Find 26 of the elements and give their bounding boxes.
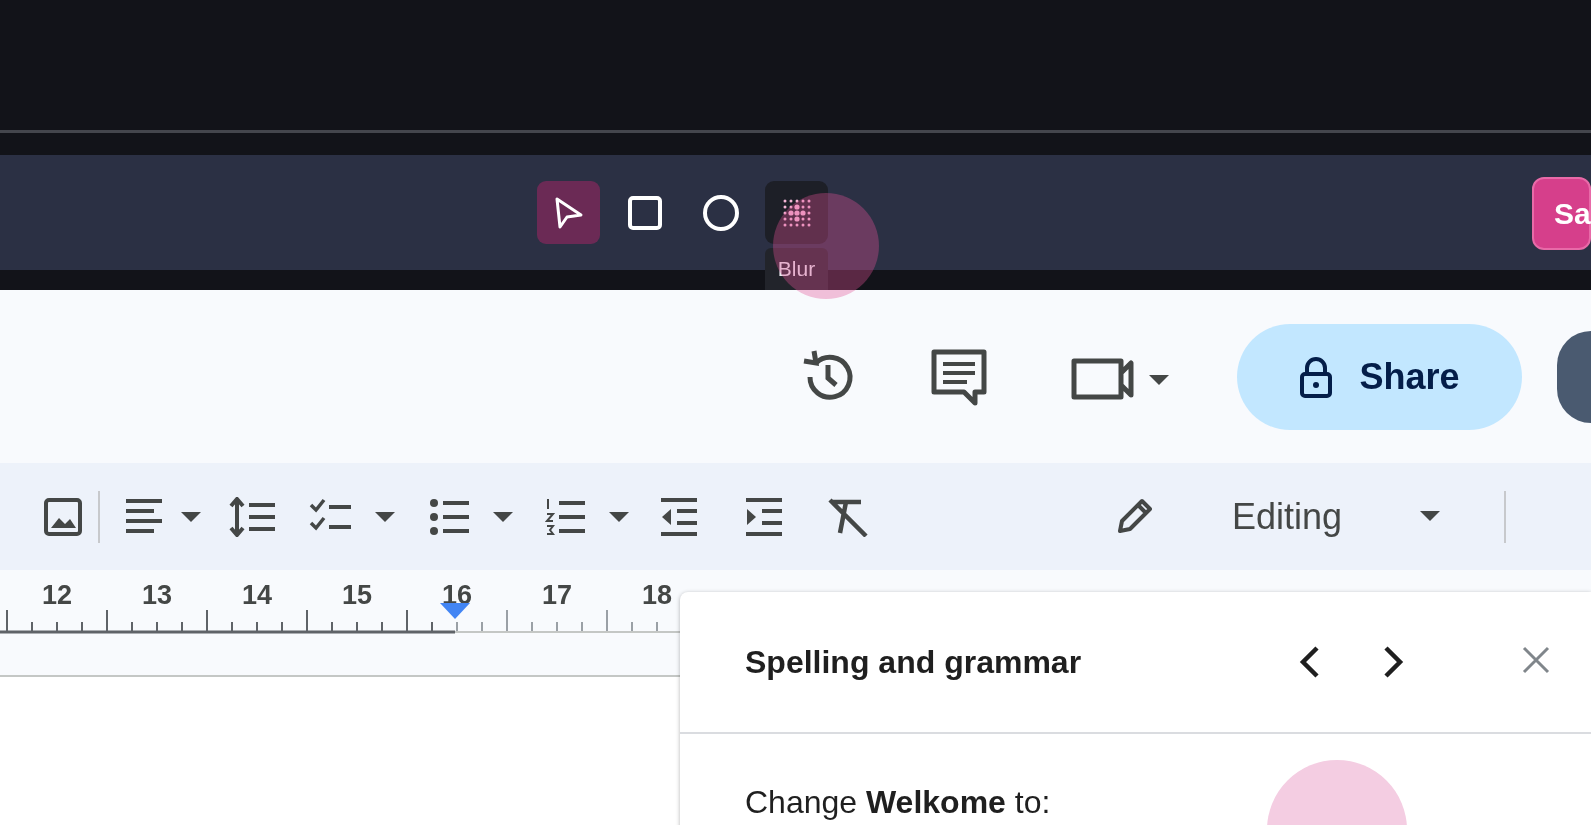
select-tool-button[interactable] xyxy=(537,181,600,244)
bulleted-list-icon[interactable] xyxy=(429,496,515,537)
lock-icon xyxy=(1299,355,1334,398)
image-icon[interactable] xyxy=(43,496,83,537)
save-button[interactable]: Sa xyxy=(1532,177,1591,250)
indent-marker[interactable] xyxy=(440,603,470,619)
share-button[interactable]: Share xyxy=(1237,323,1522,430)
ruler-number: 13 xyxy=(140,580,173,611)
decrease-indent-icon[interactable] xyxy=(659,496,699,537)
circle-icon xyxy=(702,194,739,231)
editing-mode-dropdown[interactable]: Editing xyxy=(1114,486,1442,547)
line-spacing-icon[interactable] xyxy=(229,496,277,537)
caret-icon xyxy=(1420,510,1442,523)
tooltip: Blur xyxy=(765,248,828,290)
increase-indent-icon[interactable] xyxy=(744,496,784,537)
clear-formatting-icon[interactable] xyxy=(827,496,869,537)
numbered-list-icon[interactable] xyxy=(545,496,631,537)
ruler-number: 14 xyxy=(240,580,273,611)
ruler-number: 17 xyxy=(540,580,573,611)
ruler-number: 15 xyxy=(340,580,373,611)
ruler-number: 12 xyxy=(40,580,73,611)
ruler-number: 18 xyxy=(640,580,673,611)
rectangle-icon xyxy=(626,194,663,231)
blur-tool-button[interactable] xyxy=(765,181,828,244)
suggestion-text: Change Welkome to: xyxy=(745,784,1051,821)
panel-title: Spelling and grammar xyxy=(745,643,1083,681)
